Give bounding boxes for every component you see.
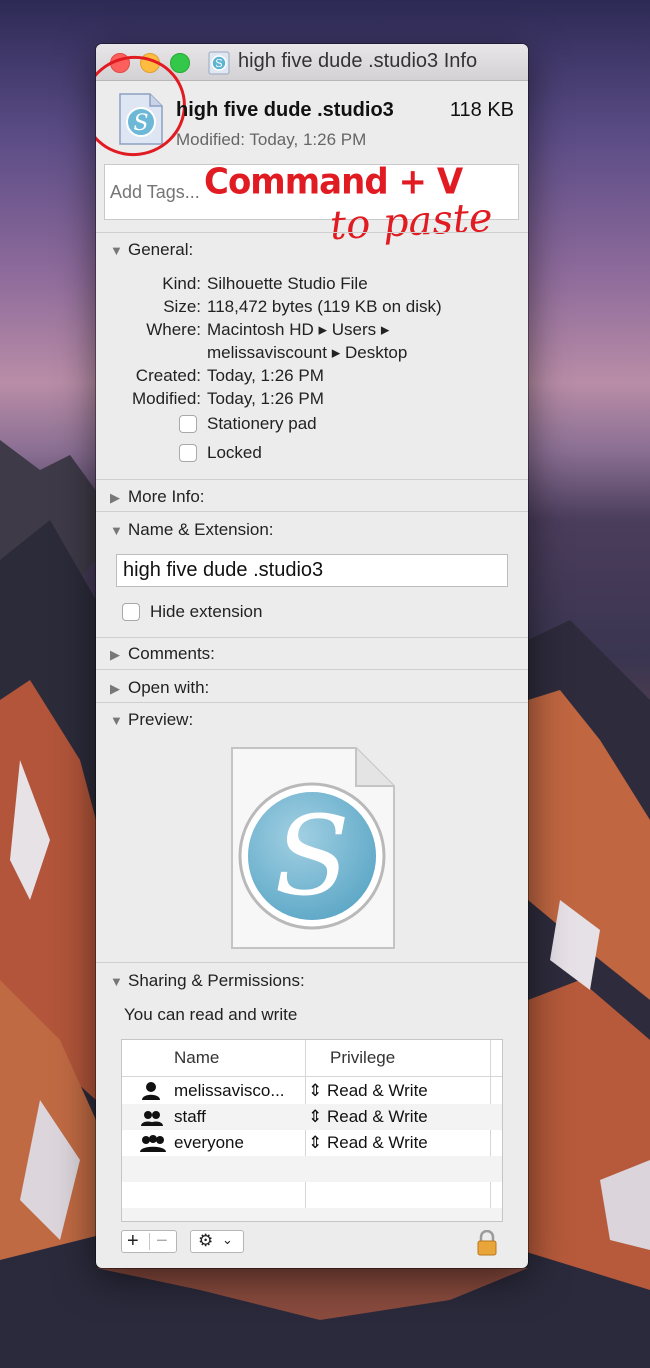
size-label: Size: <box>163 297 201 316</box>
section-open-with-toggle[interactable]: ▶ Open with: <box>110 678 209 698</box>
disclosure-collapsed-icon: ▶ <box>110 681 120 696</box>
created-label: Created: <box>135 366 201 385</box>
privilege-select[interactable]: ⇕ Read & Write <box>308 1133 428 1153</box>
empty-row <box>122 1182 502 1208</box>
locked-checkbox[interactable] <box>179 444 197 462</box>
permissions-status: You can read and write <box>124 1005 298 1024</box>
divider <box>96 232 528 233</box>
gear-icon: ⚙ <box>198 1231 214 1250</box>
kind-label: Kind: <box>162 274 201 293</box>
divider <box>96 479 528 480</box>
section-more-info-toggle[interactable]: ▶ More Info: <box>110 487 205 507</box>
privilege-value: Read & Write <box>326 1107 428 1126</box>
section-preview-toggle[interactable]: ▼ Preview: <box>110 710 193 730</box>
svg-text:S: S <box>274 792 349 920</box>
studio-file-icon: S <box>208 51 230 75</box>
group-icon <box>141 1111 163 1126</box>
divider <box>96 637 528 638</box>
created-value: Today, 1:26 PM <box>207 366 324 385</box>
modified-value: Today, 1:26 PM <box>207 389 324 408</box>
disclosure-expanded-icon: ▼ <box>110 974 123 989</box>
section-sharing-toggle[interactable]: ▼ Sharing & Permissions: <box>110 971 305 991</box>
chevron-down-icon: ⌄ <box>222 1232 233 1247</box>
zoom-window-button[interactable] <box>170 53 190 73</box>
everyone-icon <box>140 1135 166 1152</box>
table-row[interactable]: staff ⇕ Read & Write <box>122 1104 502 1130</box>
updown-icon: ⇕ <box>308 1133 323 1152</box>
row-name: melissavisco... <box>174 1081 285 1100</box>
hide-extension-checkbox[interactable] <box>122 603 140 621</box>
table-row[interactable]: everyone ⇕ Read & Write <box>122 1130 502 1156</box>
modified-date: Modified: Today, 1:26 PM <box>176 130 367 149</box>
where-value-cont: melissaviscount ▸ Desktop <box>207 343 408 362</box>
locked-label: Locked <box>207 443 262 462</box>
add-remove-buttons: + − <box>121 1230 177 1253</box>
updown-icon: ⇕ <box>308 1081 323 1100</box>
permissions-table: Name Privilege melissavisco... ⇕ Read & … <box>121 1039 503 1222</box>
divider <box>96 669 528 670</box>
section-preview-title: Preview: <box>128 710 194 729</box>
file-size: 118 KB <box>449 99 514 121</box>
row-name: everyone <box>174 1133 244 1152</box>
column-header-privilege[interactable]: Privilege <box>330 1048 395 1068</box>
section-more-info-title: More Info: <box>128 487 205 506</box>
section-general-toggle[interactable]: ▼ General: <box>110 240 193 260</box>
section-name-ext-toggle[interactable]: ▼ Name & Extension: <box>110 520 274 540</box>
divider <box>96 962 528 963</box>
section-comments-toggle[interactable]: ▶ Comments: <box>110 644 215 664</box>
section-general-title: General: <box>128 240 194 259</box>
row-name: staff <box>174 1107 206 1126</box>
updown-icon: ⇕ <box>308 1107 323 1126</box>
window-title: high five dude .studio3 Info <box>238 50 478 72</box>
action-menu-button[interactable]: ⚙ ⌄ <box>190 1230 244 1253</box>
disclosure-expanded-icon: ▼ <box>110 243 123 258</box>
stationery-pad-label: Stationery pad <box>207 414 317 433</box>
size-value: 118,472 bytes (119 KB on disk) <box>207 297 442 316</box>
info-window: S high five dude .studio3 Info S high fi… <box>96 44 528 1268</box>
privilege-select[interactable]: ⇕ Read & Write <box>308 1107 428 1127</box>
section-open-with-title: Open with: <box>128 678 210 697</box>
empty-row <box>122 1156 502 1182</box>
privilege-select[interactable]: ⇕ Read & Write <box>308 1081 428 1101</box>
disclosure-expanded-icon: ▼ <box>110 713 123 728</box>
file-name-input[interactable]: high five dude .studio3 <box>116 554 508 587</box>
privilege-value: Read & Write <box>326 1081 428 1100</box>
section-comments-title: Comments: <box>128 644 215 663</box>
annotation-to-paste: to paste <box>328 194 494 250</box>
divider <box>96 702 528 703</box>
table-row[interactable]: melissavisco... ⇕ Read & Write <box>122 1078 502 1104</box>
disclosure-collapsed-icon: ▶ <box>110 490 120 505</box>
where-label: Where: <box>146 320 201 339</box>
stationery-pad-checkbox[interactable] <box>179 415 197 433</box>
svg-text:S: S <box>215 57 223 70</box>
add-user-button[interactable]: + <box>127 1230 139 1253</box>
kind-value: Silhouette Studio File <box>207 274 368 293</box>
where-value: Macintosh HD ▸ Users ▸ <box>207 320 390 339</box>
divider <box>96 511 528 512</box>
file-name: high five dude .studio3 <box>176 99 394 121</box>
section-sharing-title: Sharing & Permissions: <box>128 971 305 990</box>
modified-label: Modified: <box>132 389 201 408</box>
annotation-command-v: Command + V <box>204 161 463 203</box>
disclosure-expanded-icon: ▼ <box>110 523 123 538</box>
column-header-name[interactable]: Name <box>174 1048 219 1068</box>
section-name-ext-title: Name & Extension: <box>128 520 274 539</box>
user-icon <box>142 1082 160 1100</box>
hide-extension-label: Hide extension <box>150 602 263 621</box>
disclosure-collapsed-icon: ▶ <box>110 647 120 662</box>
privilege-value: Read & Write <box>326 1133 428 1152</box>
lock-icon[interactable] <box>476 1230 498 1256</box>
empty-row <box>122 1208 502 1221</box>
remove-user-button[interactable]: − <box>156 1230 168 1253</box>
header-divider <box>122 1076 502 1077</box>
preview-file-icon: S <box>231 747 395 949</box>
button-divider <box>149 1233 150 1250</box>
